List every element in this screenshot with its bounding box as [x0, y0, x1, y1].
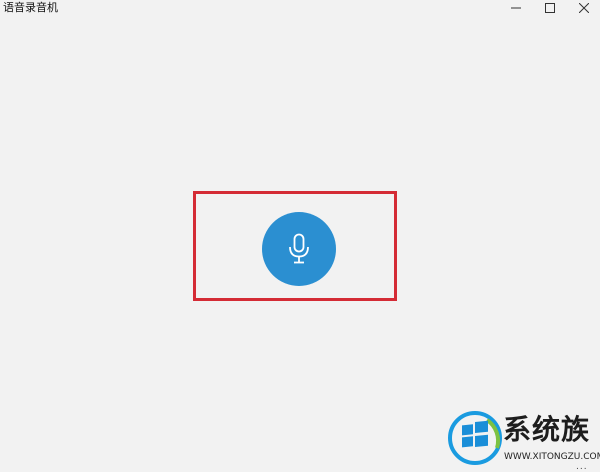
watermark-brand: 系统族: [503, 413, 591, 446]
maximize-button[interactable]: [532, 0, 568, 16]
maximize-icon: [545, 3, 555, 13]
windows-logo-icon: [448, 411, 502, 465]
minimize-button[interactable]: [498, 0, 534, 16]
title-bar: 语音录音机: [0, 0, 600, 16]
watermark: 系统族 WWW.XITONGZU.COM: [447, 410, 600, 468]
more-options-button[interactable]: ...: [576, 463, 588, 472]
app-title: 语音录音机: [3, 1, 58, 14]
close-button[interactable]: [566, 0, 600, 16]
minimize-icon: [511, 7, 521, 9]
close-icon: [579, 3, 589, 13]
record-button[interactable]: [262, 212, 336, 286]
microphone-icon: [289, 233, 309, 264]
watermark-url: WWW.XITONGZU.COM: [504, 452, 600, 462]
